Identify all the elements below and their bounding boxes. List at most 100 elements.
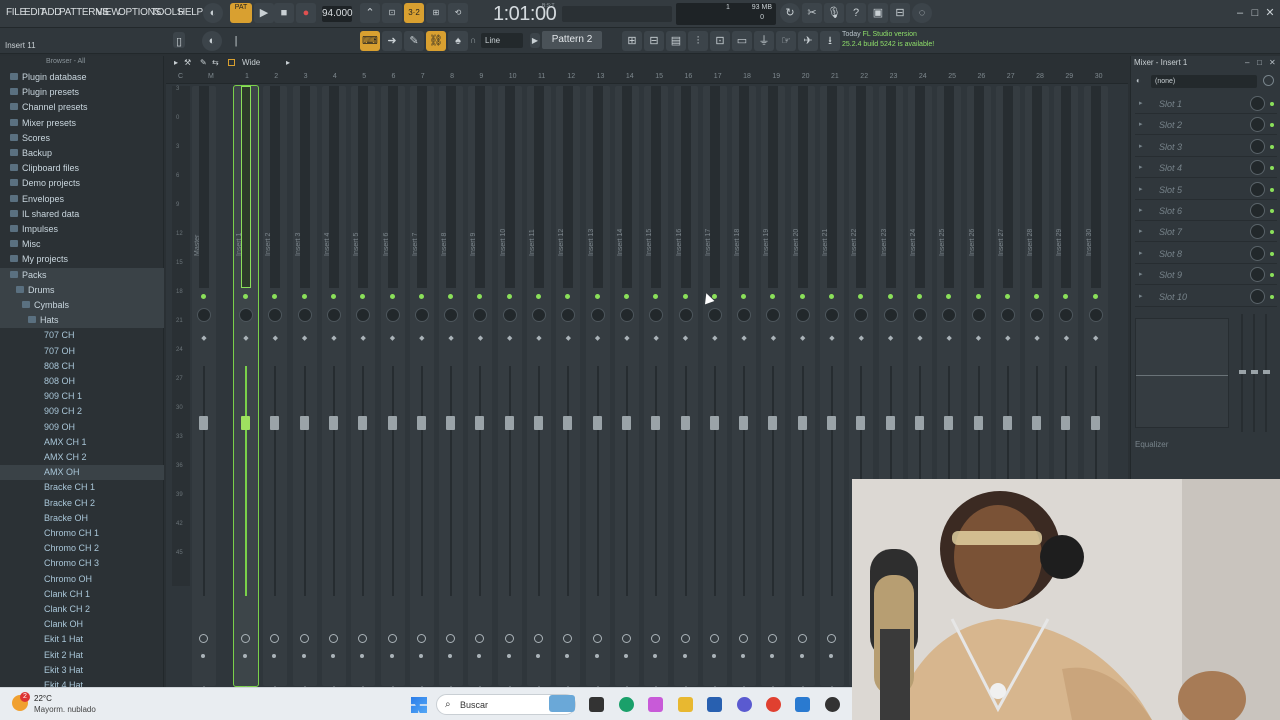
insert-track[interactable]: ◆ Insert 13: [585, 86, 610, 691]
track-active-led[interactable]: [418, 294, 424, 299]
insert-track[interactable]: ◆ Insert 4: [321, 86, 346, 691]
pan-knob[interactable]: [1059, 308, 1074, 322]
volume-fader[interactable]: [973, 416, 983, 430]
lock-icon[interactable]: ▯: [173, 32, 185, 48]
menu-view[interactable]: VIEW: [96, 7, 121, 18]
pan-knob[interactable]: [971, 308, 986, 322]
touch-controller-icon[interactable]: ☞: [776, 31, 796, 51]
browser-folder[interactable]: Mixer presets: [0, 116, 164, 131]
insert-track[interactable]: ◆ Insert 8: [439, 86, 464, 691]
pan-knob[interactable]: [883, 308, 898, 322]
stereo-separation-icon[interactable]: ◆: [243, 335, 249, 351]
stamp-icon[interactable]: ♠: [448, 31, 468, 51]
slot-mix-knob[interactable]: [1250, 203, 1265, 218]
pan-knob[interactable]: [825, 308, 839, 322]
volume-fader[interactable]: [446, 416, 456, 430]
slot-mix-knob[interactable]: [1250, 96, 1265, 111]
stereo-separation-icon[interactable]: ◆: [565, 335, 571, 351]
track-active-led[interactable]: [946, 294, 952, 299]
stereo-separation-icon[interactable]: ◆: [946, 335, 952, 351]
project-info-icon[interactable]: ✈: [798, 31, 818, 51]
preset-select[interactable]: (none): [1151, 75, 1257, 88]
record-arm-icon[interactable]: [301, 654, 306, 658]
stereo-separation-icon[interactable]: ◆: [741, 335, 747, 351]
chat-icon[interactable]: ◌: [912, 3, 932, 23]
stereo-separation-icon[interactable]: ◆: [507, 335, 513, 351]
route-icon[interactable]: [827, 634, 836, 643]
record-arm-icon[interactable]: [477, 654, 482, 658]
pan-knob[interactable]: [326, 308, 341, 322]
microphone-icon[interactable]: 🎙: [824, 3, 844, 23]
slot-enable-led[interactable]: [1270, 123, 1274, 128]
slot-expand-icon[interactable]: ▸: [1139, 222, 1143, 242]
effect-slot[interactable]: ▸ Slot 9: [1135, 265, 1277, 286]
insert-track[interactable]: ◆ Insert 9: [468, 86, 493, 691]
slot-mix-knob[interactable]: [1250, 267, 1265, 283]
slot-enable-led[interactable]: [1270, 230, 1274, 235]
insert-track[interactable]: ◆ Insert 7: [409, 86, 434, 691]
channel-rack-icon[interactable]: ⊡: [710, 31, 730, 51]
slot-enable-led[interactable]: [1270, 273, 1274, 278]
slot-mix-knob[interactable]: [1250, 160, 1265, 176]
mixer-menu-icon[interactable]: ▸: [174, 58, 178, 67]
browser-file[interactable]: Ekit 2 Hat: [0, 648, 164, 663]
volume-fader[interactable]: [856, 416, 866, 430]
browser-file[interactable]: 808 OH: [0, 374, 164, 389]
route-icon[interactable]: [199, 634, 208, 643]
master-volume-knob[interactable]: ◐: [203, 3, 223, 23]
piano-roll-icon[interactable]: ⌨: [360, 31, 380, 51]
wait-input-icon[interactable]: ⊡: [382, 3, 402, 23]
blend-notes-icon[interactable]: ⊞: [426, 3, 446, 23]
route-icon[interactable]: [797, 634, 807, 643]
stereo-separation-icon[interactable]: ◆: [272, 335, 278, 351]
effect-slot[interactable]: ▸ Slot 5: [1135, 180, 1277, 200]
browser-folder[interactable]: Plugin database: [0, 70, 164, 85]
browser-folder[interactable]: Backup: [0, 146, 164, 161]
browser-file[interactable]: AMX OH: [0, 465, 164, 481]
pan-knob[interactable]: [649, 308, 664, 322]
route-icon[interactable]: [387, 634, 397, 643]
panel-minimize-icon[interactable]: –: [1245, 58, 1249, 67]
panel-close-icon[interactable]: ✕: [1269, 58, 1276, 67]
volume-fader[interactable]: [944, 416, 954, 430]
task-view-icon[interactable]: [589, 697, 604, 712]
stereo-separation-icon[interactable]: ◆: [1093, 335, 1099, 351]
volume-fader[interactable]: [199, 416, 208, 430]
record-arm-icon[interactable]: [448, 654, 453, 658]
stereo-separation-icon[interactable]: ◆: [653, 335, 659, 351]
track-active-led[interactable]: [653, 294, 659, 299]
pan-knob[interactable]: [854, 308, 869, 322]
effect-slot[interactable]: ▸ Slot 2: [1135, 115, 1277, 136]
track-active-led[interactable]: [858, 294, 864, 299]
stereo-separation-icon[interactable]: ◆: [858, 335, 864, 351]
record-arm-icon[interactable]: [770, 654, 775, 658]
fl-studio-icon[interactable]: [825, 697, 840, 712]
insert-track[interactable]: ◆ Insert 11: [527, 86, 551, 691]
chrome-icon[interactable]: [766, 697, 781, 712]
pan-knob[interactable]: [502, 308, 517, 322]
volume-fader[interactable]: [1061, 416, 1071, 430]
pan-knob[interactable]: [197, 308, 211, 322]
piano-roll-window-icon[interactable]: ▤: [666, 31, 686, 51]
stereo-separation-icon[interactable]: ◆: [917, 335, 923, 351]
slot-mix-knob[interactable]: [1250, 117, 1265, 133]
slot-expand-icon[interactable]: ▸: [1139, 115, 1143, 135]
pan-knob[interactable]: [942, 308, 957, 322]
volume-fader[interactable]: [328, 416, 338, 430]
pan-knob[interactable]: [1088, 308, 1103, 322]
record-arm-icon[interactable]: [682, 654, 687, 658]
record-arm-icon[interactable]: [799, 654, 804, 658]
slot-enable-led[interactable]: [1270, 144, 1274, 149]
browser-file[interactable]: 909 CH 2: [0, 404, 164, 419]
browser-folder[interactable]: Clipboard files: [0, 161, 164, 176]
insert-track[interactable]: ◆ Insert 21: [820, 86, 844, 691]
magnet-icon[interactable]: ∩: [470, 35, 476, 45]
record-arm-icon[interactable]: [360, 654, 365, 658]
track-active-led[interactable]: [360, 294, 366, 299]
stereo-separation-icon[interactable]: ◆: [683, 335, 689, 351]
volume-fader[interactable]: [416, 416, 426, 430]
insert-track[interactable]: ◆ Insert 19: [761, 86, 786, 691]
browser-file[interactable]: Clank OH: [0, 617, 164, 632]
record-arm-icon[interactable]: [201, 654, 205, 658]
download-icon[interactable]: ⭳: [820, 31, 840, 51]
